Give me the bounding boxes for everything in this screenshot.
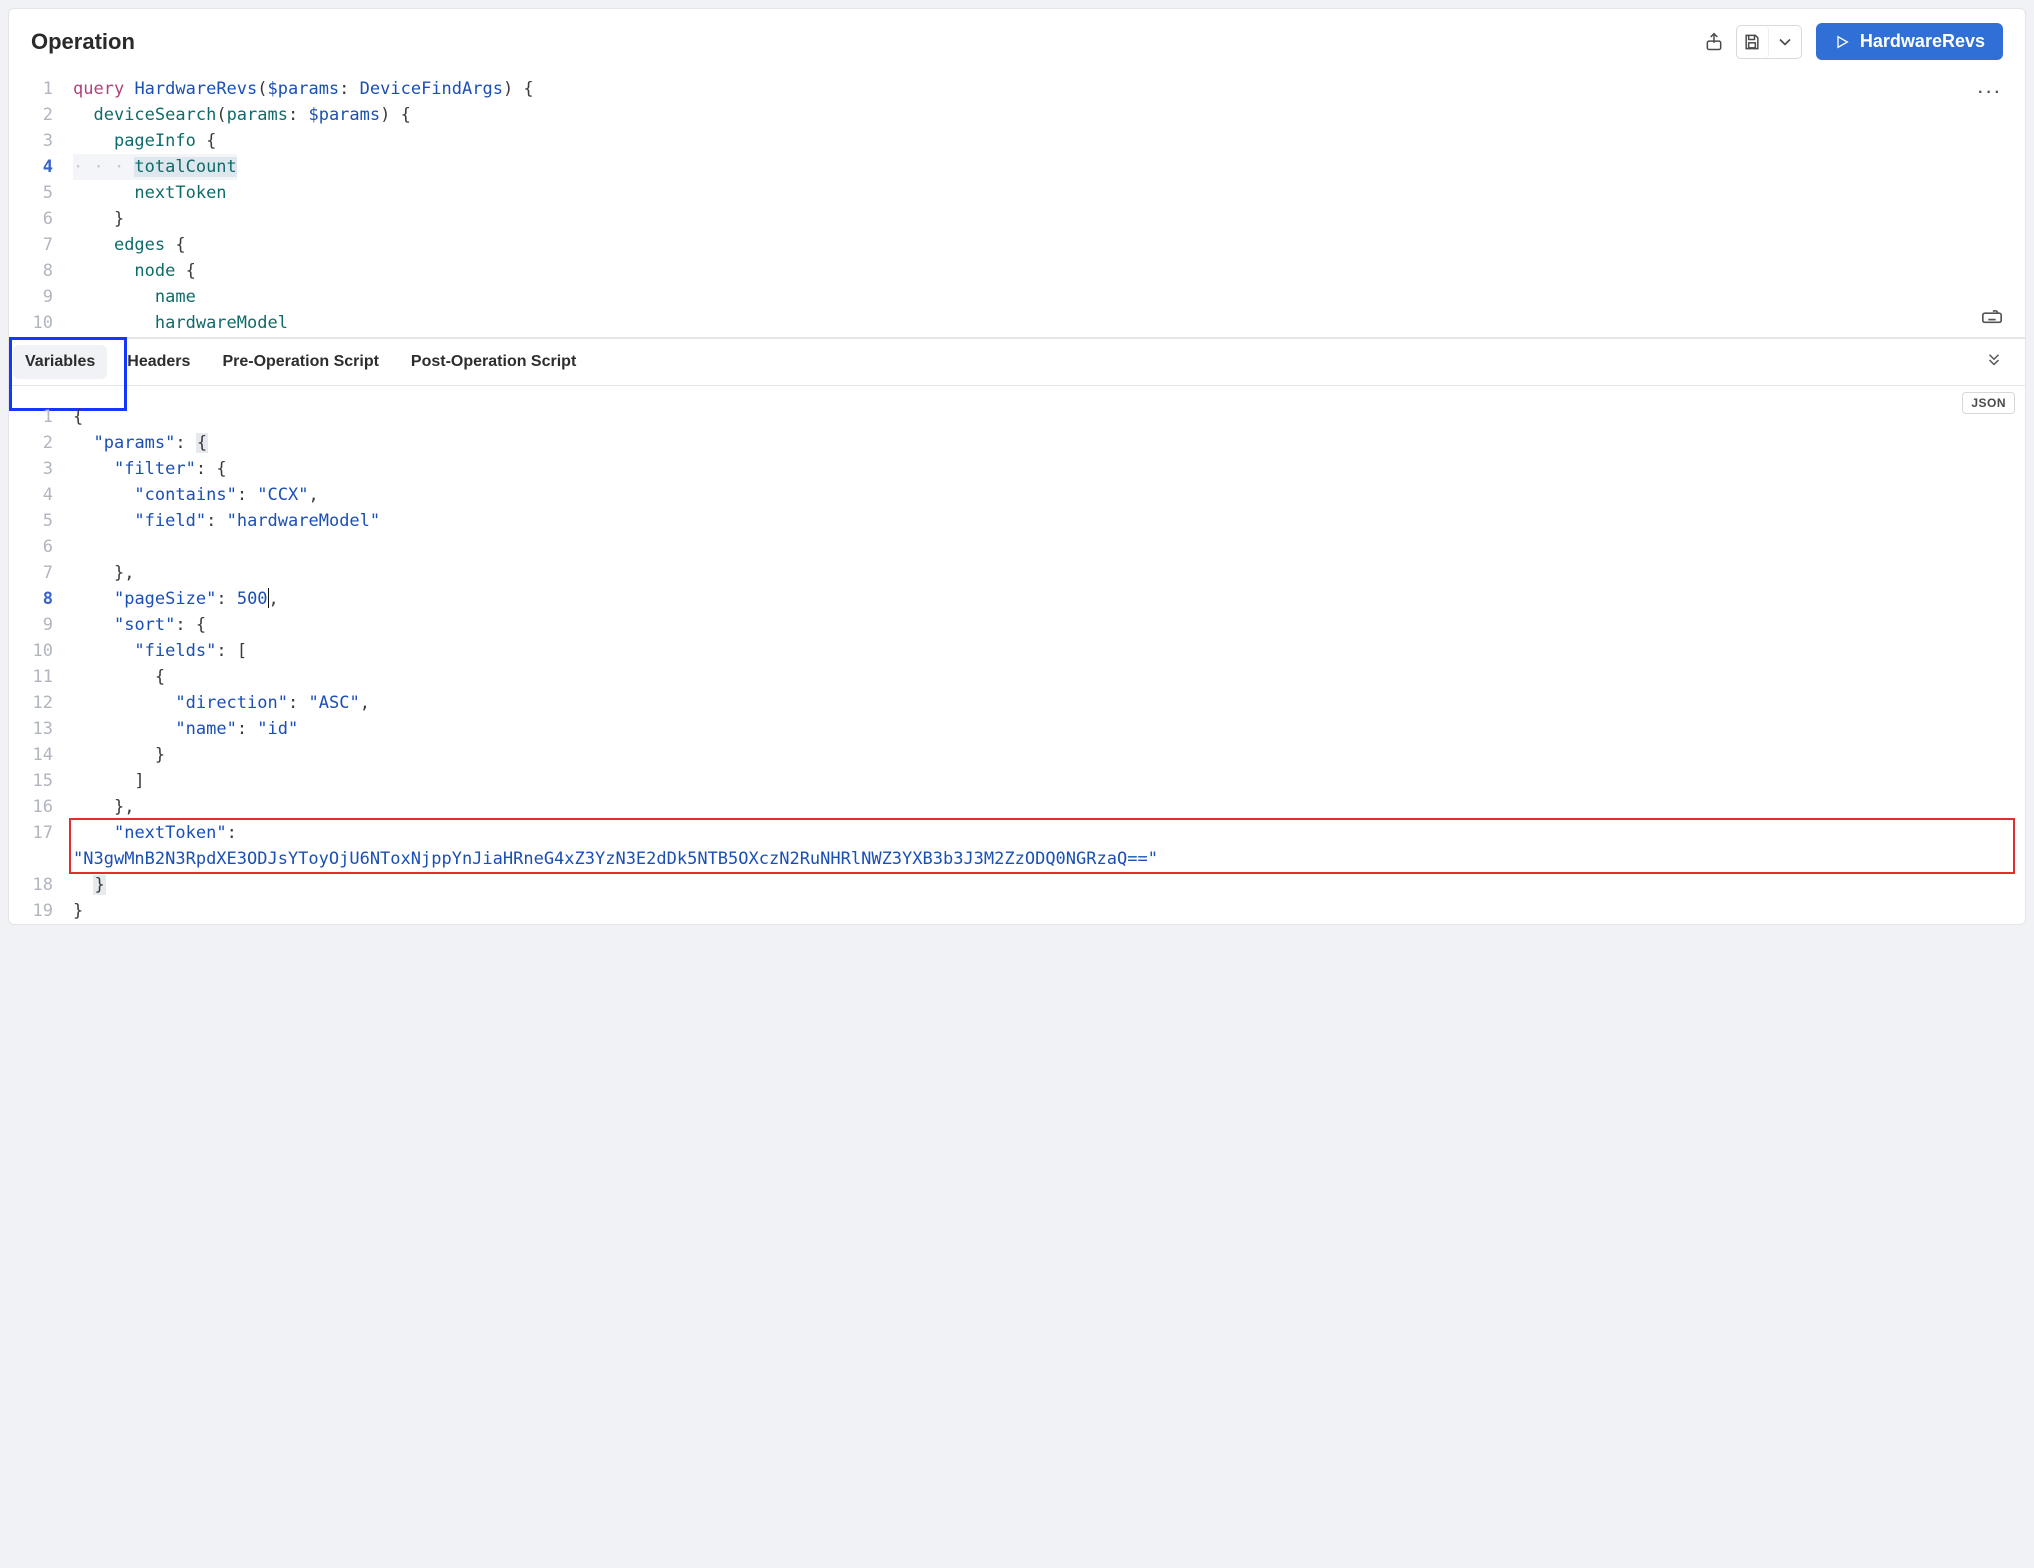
share-button[interactable]: [1698, 26, 1730, 58]
chevron-down-icon: [1775, 32, 1795, 52]
line-number: 4: [9, 482, 73, 508]
line-number: 9: [9, 284, 73, 310]
line-number: 11: [9, 664, 73, 690]
line-number: 1: [9, 76, 73, 102]
code-line: "field": "hardwareModel": [73, 508, 380, 534]
run-button-label: HardwareRevs: [1860, 31, 1985, 52]
code-line: "contains": "CCX",: [73, 482, 319, 508]
line-number: 3: [9, 456, 73, 482]
bottom-tabs: Variables Headers Pre-Operation Script P…: [9, 338, 2025, 386]
tab-variables[interactable]: Variables: [13, 345, 107, 379]
code-line: "direction": "ASC",: [73, 690, 370, 716]
code-line: }: [73, 898, 83, 924]
code-line: },: [73, 560, 134, 586]
line-number: 10: [9, 638, 73, 664]
line-number: 17: [9, 820, 73, 872]
operation-panel: Operation HardwareRevs: [8, 8, 2026, 925]
code-line: {: [73, 404, 83, 430]
code-line: "pageSize": 500,: [73, 586, 279, 612]
line-number: 12: [9, 690, 73, 716]
double-chevron-down-icon: [1985, 351, 2003, 369]
code-line: deviceSearch(params: $params) {: [73, 102, 411, 128]
line-number: 2: [9, 430, 73, 456]
line-number: 18: [9, 872, 73, 898]
run-operation-button[interactable]: HardwareRevs: [1816, 23, 2003, 60]
tab-headers[interactable]: Headers: [111, 341, 206, 383]
code-line: ]: [73, 768, 145, 794]
operation-title: Operation: [31, 29, 1692, 55]
line-number: 1: [9, 404, 73, 430]
line-number: 14: [9, 742, 73, 768]
variables-editor[interactable]: 1 { 2 "params": { 3 "filter": { 4 "conta…: [9, 386, 2025, 924]
code-line: hardwareModel: [73, 310, 288, 336]
line-number: 13: [9, 716, 73, 742]
line-number: 3: [9, 128, 73, 154]
line-number: 5: [9, 180, 73, 206]
share-icon: [1704, 32, 1724, 52]
code-line: "filter": {: [73, 456, 227, 482]
code-line: },: [73, 794, 134, 820]
line-number: 7: [9, 232, 73, 258]
code-line: edges {: [73, 232, 186, 258]
keyboard-icon: [1981, 304, 2003, 326]
keyboard-shortcuts-button[interactable]: [1981, 304, 2003, 331]
save-button[interactable]: [1737, 26, 1769, 58]
operation-editor[interactable]: ··· 1 query HardwareRevs($params: Device…: [9, 66, 2025, 338]
line-number: 9: [9, 612, 73, 638]
tab-post-script[interactable]: Post-Operation Script: [395, 341, 592, 383]
line-number: 2: [9, 102, 73, 128]
code-line: "name": "id": [73, 716, 298, 742]
line-number: 8: [9, 586, 73, 612]
save-menu-button[interactable]: [1769, 26, 1801, 58]
line-number: 16: [9, 794, 73, 820]
code-line: "nextToken": "N3gwMnB2N3RpdXE3ODJsYToyOj…: [73, 820, 1158, 872]
code-line: pageInfo {: [73, 128, 216, 154]
code-line: nextToken: [73, 180, 227, 206]
line-number: 19: [9, 898, 73, 924]
operation-header: Operation HardwareRevs: [9, 9, 2025, 66]
play-icon: [1834, 34, 1850, 50]
line-number: 5: [9, 508, 73, 534]
code-line: "fields": [: [73, 638, 247, 664]
line-number: 15: [9, 768, 73, 794]
line-number: 6: [9, 534, 73, 560]
code-line: · · · totalCount: [73, 154, 237, 180]
code-line: [73, 534, 134, 560]
code-line: "params": {: [73, 430, 208, 456]
code-line: node {: [73, 258, 196, 284]
code-line: }: [73, 872, 106, 898]
code-line: }: [73, 742, 165, 768]
editor-more-button[interactable]: ···: [1978, 84, 2003, 102]
bottom-tabs-container: Variables Headers Pre-Operation Script P…: [9, 338, 2025, 386]
tab-pre-script[interactable]: Pre-Operation Script: [206, 341, 394, 383]
line-number: 6: [9, 206, 73, 232]
collapse-panel-button[interactable]: [1985, 351, 2025, 374]
code-line: query HardwareRevs($params: DeviceFindAr…: [73, 76, 534, 102]
code-line: }: [73, 206, 124, 232]
line-number: 10: [9, 310, 73, 336]
line-number: 7: [9, 560, 73, 586]
save-icon: [1742, 32, 1762, 52]
code-line: "sort": {: [73, 612, 206, 638]
code-line: name: [73, 284, 196, 310]
save-button-group: [1736, 25, 1802, 59]
code-line: {: [73, 664, 165, 690]
line-number: 8: [9, 258, 73, 284]
line-number: 4: [9, 154, 73, 180]
